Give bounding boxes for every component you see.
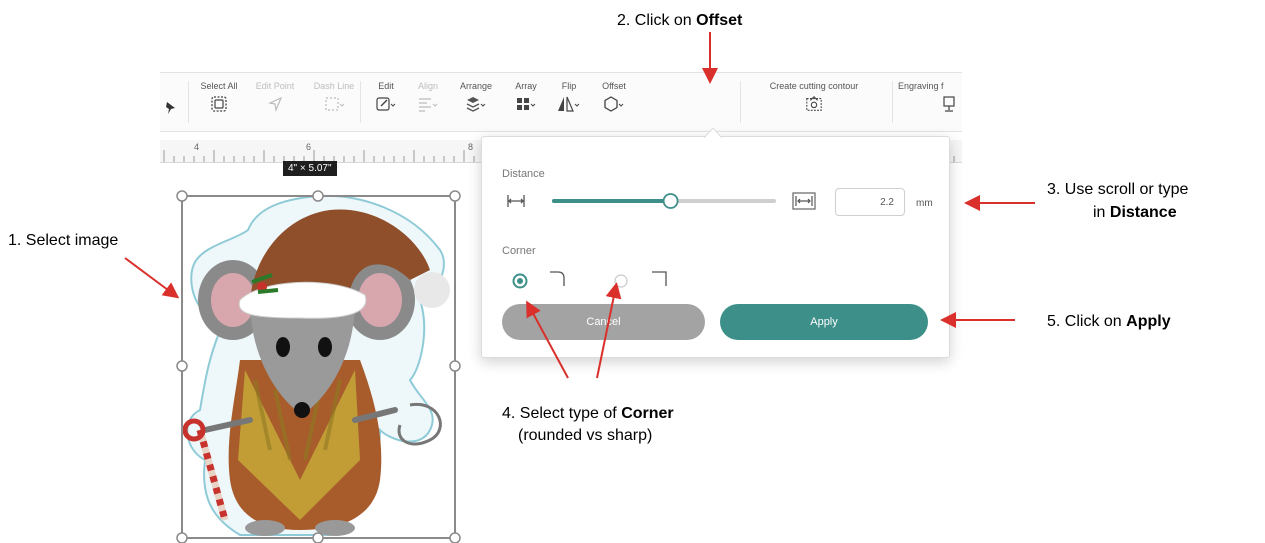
dimensions-label: 4" × 5.07": [283, 161, 337, 176]
callout-step3-line2: in Distance: [1093, 204, 1177, 222]
select-all-label: Select All: [200, 81, 238, 91]
distance-unit: mm: [916, 198, 933, 209]
flip-label: Flip: [561, 81, 577, 91]
apply-button[interactable]: Apply: [720, 304, 928, 340]
callout-step2-text: 2. Click on: [617, 12, 697, 29]
engraving-button[interactable]: Engraving f: [898, 73, 962, 131]
create-cutting-contour-label: Create cutting contour: [769, 81, 859, 91]
ruler-mark-8: 8: [468, 142, 474, 152]
cutting-contour-icon: [806, 96, 822, 111]
edit-button[interactable]: Edit: [366, 73, 406, 131]
array-button[interactable]: Array: [506, 73, 546, 131]
offset-icon: [604, 96, 624, 112]
distance-slider-thumb[interactable]: [662, 193, 679, 209]
edit-icon: [376, 97, 396, 111]
offset-popup: Distance 2.2 mm Corner Cancel Apply: [481, 128, 950, 358]
select-all-icon: [211, 96, 227, 112]
arrange-icon: [466, 97, 486, 112]
callout-step3-line1: 3. Use scroll or type: [1047, 181, 1189, 198]
array-label: Array: [515, 81, 537, 91]
cancel-button[interactable]: Cancel: [502, 304, 705, 340]
callout-step2-bold: Offset: [696, 12, 743, 29]
align-button[interactable]: Align: [410, 73, 446, 131]
align-icon: [419, 98, 438, 112]
callout-step5-bold: Apply: [1126, 313, 1171, 330]
engraving-label: Engraving f: [898, 81, 944, 91]
corner-rounded-radio[interactable]: [512, 273, 528, 289]
select-all-button[interactable]: Select All: [194, 73, 244, 131]
popup-pointer: [704, 128, 722, 138]
dash-line-button[interactable]: Dash Line: [306, 73, 362, 131]
pin-tool[interactable]: [160, 73, 182, 131]
distance-label: Distance: [502, 168, 545, 180]
callout-step4-line2: (rounded vs sharp): [518, 427, 653, 444]
callout-step3-text: in: [1093, 204, 1110, 221]
offset-button[interactable]: Offset: [592, 73, 636, 131]
selected-image[interactable]: [170, 183, 470, 543]
flip-button[interactable]: Flip: [550, 73, 588, 131]
edit-point-label: Edit Point: [255, 81, 295, 91]
array-icon: [517, 98, 536, 110]
engraving-icon: [943, 96, 955, 112]
toolbar: Select All Edit Point Dash Line Edit Ali…: [160, 72, 962, 132]
distance-min-icon[interactable]: [506, 193, 526, 209]
distance-max-icon[interactable]: [792, 192, 816, 210]
callout-step2: 2. Click on Offset: [617, 12, 742, 30]
callout-step4-line1: 4. Select type of Corner: [502, 405, 674, 423]
ruler-mark-4: 4: [194, 142, 200, 152]
dash-line-label: Dash Line: [313, 81, 355, 91]
edit-point-button[interactable]: Edit Point: [248, 73, 302, 131]
edit-label: Edit: [378, 81, 394, 91]
corner-sharp-icon: [652, 271, 667, 286]
arrow-step1: [124, 257, 180, 299]
callout-step3-bold: Distance: [1109, 204, 1177, 221]
ruler-mark-6: 6: [306, 142, 312, 152]
callout-step4-text: 4. Select type of: [502, 405, 622, 422]
edit-point-icon: [268, 96, 283, 113]
corner-label: Corner: [502, 245, 536, 257]
distance-slider[interactable]: [552, 192, 777, 210]
callout-step5-text: 5. Click on: [1047, 313, 1127, 330]
corner-rounded-icon: [550, 271, 565, 286]
offset-label: Offset: [602, 81, 626, 91]
create-cutting-contour-button[interactable]: Create cutting contour: [746, 73, 882, 131]
callout-step5: 5. Click on Apply: [1047, 313, 1171, 331]
arrange-label: Arrange: [459, 81, 493, 91]
pin-icon: [166, 102, 175, 114]
callout-step4-bold: Corner: [621, 405, 674, 422]
flip-icon: [558, 96, 580, 112]
distance-input[interactable]: 2.2: [835, 188, 905, 216]
align-label: Align: [417, 81, 438, 91]
arrange-button[interactable]: Arrange: [450, 73, 502, 131]
dash-line-icon: [325, 97, 345, 111]
callout-step1: 1. Select image: [8, 232, 119, 249]
corner-sharp-radio[interactable]: [613, 273, 629, 289]
